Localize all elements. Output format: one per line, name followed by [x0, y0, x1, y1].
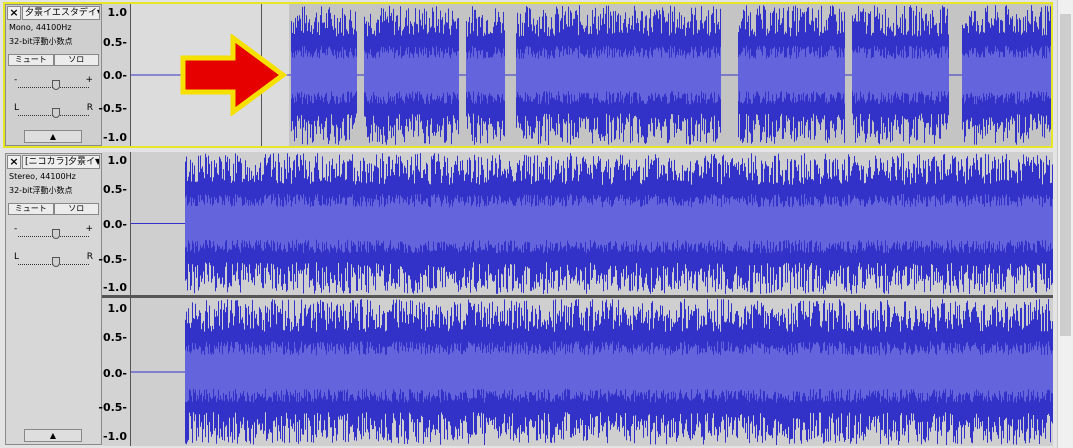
- waveform-left-channel: [131, 153, 1053, 294]
- gain-slider[interactable]: - +: [10, 224, 97, 242]
- gain-plus-label: +: [85, 224, 93, 234]
- collapse-track-button[interactable]: ▲: [24, 130, 82, 143]
- track-format: Mono, 44100Hz: [9, 23, 72, 32]
- track-sample-format: 32-bit浮動小数点: [9, 186, 73, 195]
- track-stereo[interactable]: × [ニコカラ]夕景イ ▼ Stereo, 44100Hz 32-bit浮動小数…: [3, 152, 1053, 446]
- gain-plus-label: +: [85, 75, 93, 85]
- pan-left-label: L: [14, 252, 20, 262]
- gain-minus-label: -: [14, 224, 18, 234]
- track-control-panel[interactable]: × 夕景イエスタデイ ▼ Mono, 44100Hz 32-bit浮動小数点 ミ…: [5, 4, 102, 146]
- pan-slider[interactable]: L R: [10, 103, 97, 121]
- mute-solo-row: ミュート ソロ: [8, 203, 99, 215]
- vertical-scrollbar[interactable]: [1057, 0, 1073, 448]
- ruler-label: 1.0: [107, 302, 128, 315]
- ruler-label: -1.0: [102, 281, 127, 294]
- track-title-bar: × 夕景イエスタデイ ▼: [7, 6, 100, 20]
- pan-slider-thumb[interactable]: [52, 108, 60, 118]
- ruler-label: 1.0: [107, 154, 128, 167]
- vertical-ruler: 1.0 0.5- 0.0- -0.5- -1.0: [98, 4, 131, 146]
- solo-button[interactable]: ソロ: [53, 203, 99, 215]
- track-title-bar: × [ニコカラ]夕景イ ▼: [7, 155, 100, 169]
- dropdown-icon: ▼: [97, 7, 99, 19]
- ruler-label: -1.0: [102, 430, 127, 443]
- track-name: [ニコカラ]夕景イ: [25, 157, 96, 167]
- track-sample-format: 32-bit浮動小数点: [9, 37, 73, 46]
- gain-slider-thumb[interactable]: [52, 80, 60, 90]
- ruler-label: -1.0: [102, 131, 127, 144]
- ruler-label: 0.0-: [102, 218, 127, 231]
- collapse-track-button[interactable]: ▲: [24, 429, 82, 442]
- pan-right-label: R: [86, 103, 93, 113]
- mute-button[interactable]: ミュート: [8, 54, 54, 66]
- track-name-menu[interactable]: 夕景イエスタデイ ▼: [22, 6, 100, 20]
- waveform-area-right-channel[interactable]: [131, 298, 1053, 446]
- dropdown-icon: ▼: [95, 156, 99, 168]
- track-name-menu[interactable]: [ニコカラ]夕景イ ▼: [22, 155, 100, 169]
- collapse-icon: ▲: [49, 132, 57, 141]
- ruler-label: 0.5-: [102, 183, 127, 196]
- gain-minus-label: -: [14, 75, 18, 85]
- track-mono[interactable]: × 夕景イエスタデイ ▼ Mono, 44100Hz 32-bit浮動小数点 ミ…: [3, 2, 1053, 148]
- ruler-label: 0.5-: [102, 331, 127, 344]
- solo-button[interactable]: ソロ: [53, 54, 99, 66]
- pan-right-label: R: [86, 252, 93, 262]
- close-icon[interactable]: ×: [7, 155, 21, 169]
- gain-slider-thumb[interactable]: [52, 229, 60, 239]
- ruler-label: 0.0-: [102, 69, 127, 82]
- ruler-label: -0.5-: [98, 253, 127, 266]
- track-name: 夕景イエスタデイ: [25, 8, 97, 18]
- gain-slider[interactable]: - +: [10, 75, 97, 93]
- pan-left-label: L: [14, 103, 20, 113]
- scrollbar-thumb[interactable]: [1060, 14, 1071, 336]
- waveform-area-left-channel[interactable]: [131, 152, 1053, 295]
- pan-slider[interactable]: L R: [10, 252, 97, 270]
- track-format: Stereo, 44100Hz: [9, 172, 76, 181]
- mute-button[interactable]: ミュート: [8, 203, 54, 215]
- vertical-ruler-left-channel: 1.0 0.5- 0.0- -0.5- -1.0: [98, 152, 131, 295]
- ruler-label: -0.5-: [98, 401, 127, 414]
- ruler-label: 0.5-: [102, 36, 127, 49]
- close-icon[interactable]: ×: [7, 6, 21, 20]
- pan-slider-thumb[interactable]: [52, 257, 60, 267]
- red-arrow-annotation: [180, 34, 288, 116]
- ruler-label: -0.5-: [98, 102, 127, 115]
- ruler-label: 0.0-: [102, 367, 127, 380]
- ruler-label: 1.0: [107, 6, 128, 19]
- vertical-ruler-right-channel: 1.0 0.5- 0.0- -0.5- -1.0: [98, 298, 131, 446]
- waveform-right-channel: [131, 299, 1053, 445]
- track-control-panel[interactable]: × [ニコカラ]夕景イ ▼ Stereo, 44100Hz 32-bit浮動小数…: [5, 153, 102, 445]
- collapse-icon: ▲: [49, 431, 57, 440]
- mute-solo-row: ミュート ソロ: [8, 54, 99, 66]
